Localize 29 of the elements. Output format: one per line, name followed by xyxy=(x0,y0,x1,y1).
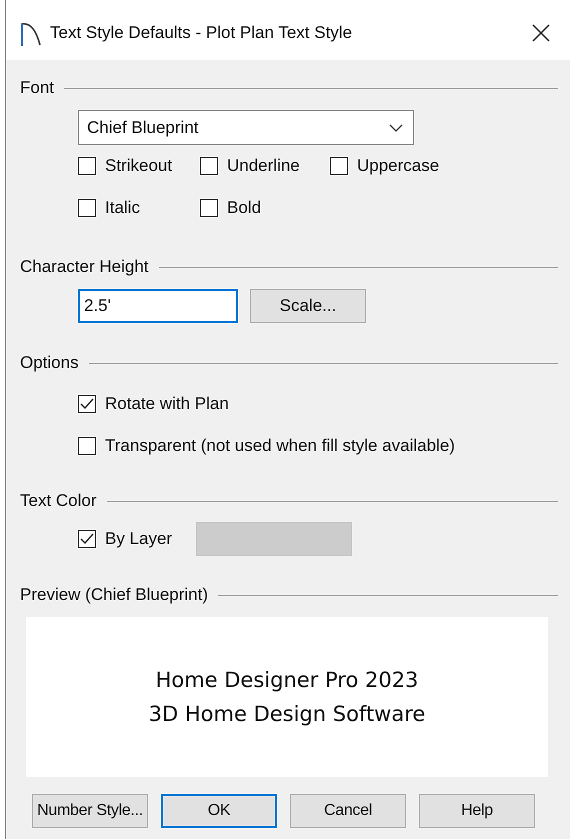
window-title: Text Style Defaults - Plot Plan Text Style xyxy=(50,23,354,43)
group-heading: Preview (Chief Blueprint) xyxy=(20,585,208,605)
preview-text: Home Designer Pro 2023 xyxy=(156,667,418,694)
preview-text: 3D Home Design Software xyxy=(148,701,426,728)
dialog-button[interactable]: Number Style... xyxy=(32,794,148,828)
checkbox[interactable]: Strikeout xyxy=(78,156,200,176)
height-field[interactable]: 2.5' xyxy=(78,289,238,323)
check-icon xyxy=(80,533,94,545)
checkbox[interactable]: Rotate with Plan xyxy=(78,383,558,425)
color-swatch[interactable] xyxy=(196,522,352,556)
checkbox[interactable]: Transparent (not used when fill style available) xyxy=(78,425,558,467)
checkbox[interactable]: By Layer xyxy=(78,529,172,549)
dialog-button[interactable]: Help xyxy=(419,794,535,828)
checkbox[interactable]: Bold xyxy=(200,198,330,218)
dialog-button[interactable]: Cancel xyxy=(290,794,406,828)
checkbox[interactable]: Uppercase xyxy=(330,156,558,176)
scale-button[interactable]: Scale... xyxy=(250,289,366,323)
close-icon[interactable] xyxy=(532,24,550,42)
chevron-icon xyxy=(389,124,403,132)
check-icon xyxy=(80,398,94,410)
checkbox[interactable]: Italic xyxy=(78,198,200,218)
group-heading: Text Color xyxy=(20,491,97,511)
group-heading: Font xyxy=(20,78,54,98)
font-dropdown[interactable]: Chief Blueprint xyxy=(78,110,414,145)
group-heading: Character Height xyxy=(20,257,149,277)
dialog-button[interactable]: OK xyxy=(161,794,277,828)
arc-icon xyxy=(20,20,42,46)
checkbox[interactable]: Underline xyxy=(200,156,330,176)
group-heading: Options xyxy=(20,353,79,373)
